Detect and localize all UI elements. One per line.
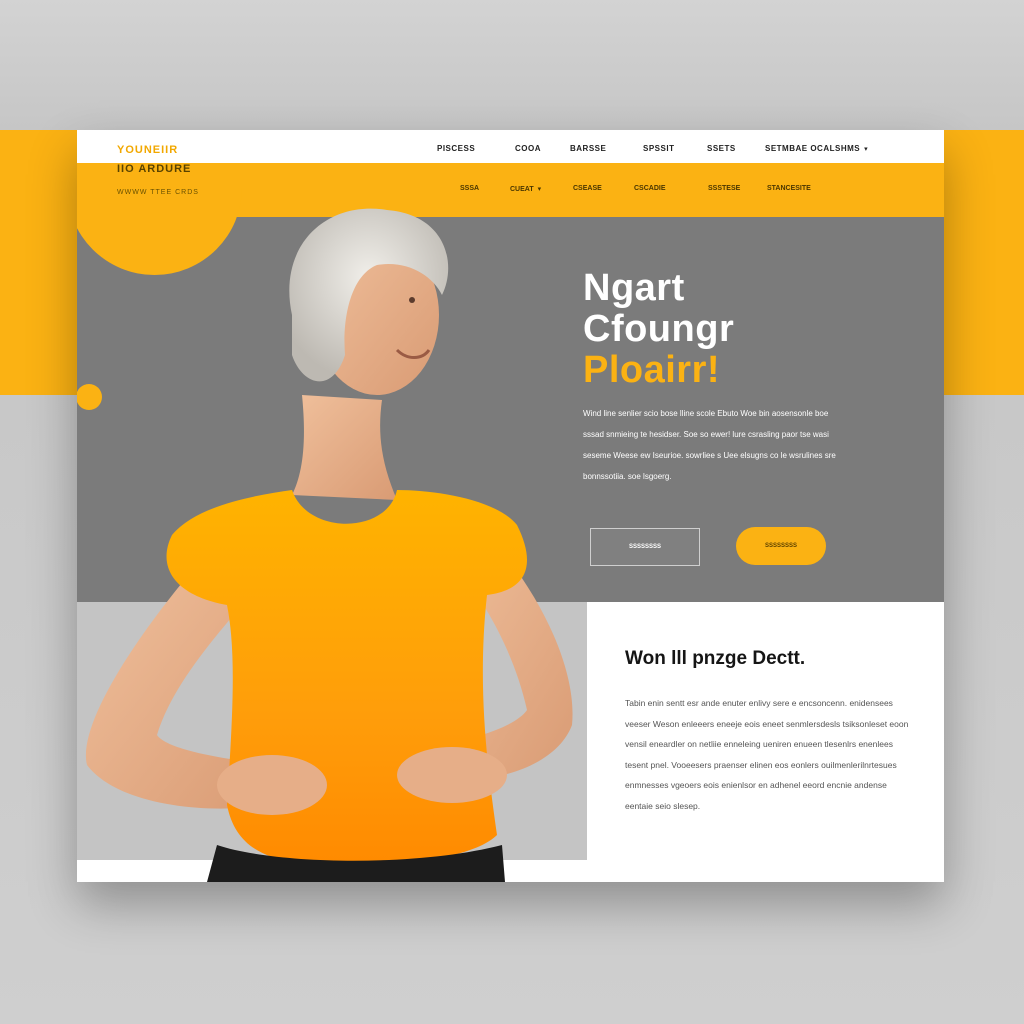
- nav-item-3[interactable]: BARSSE: [570, 144, 606, 153]
- section-title: Won lll pnzge Dectt.: [625, 648, 806, 669]
- primary-cta-button[interactable]: SSSSSSSS: [736, 527, 826, 565]
- backdrop-top: [0, 0, 1024, 130]
- chevron-down-icon: ▾: [864, 146, 869, 153]
- logo-subtitle: IIO ARDURE: [117, 163, 192, 175]
- subnav-item-3[interactable]: CSEASE: [573, 185, 602, 192]
- section-body-text: Tabin enin sentt esr ande enuter enlivy …: [625, 698, 909, 811]
- nav-item-6[interactable]: SETMBAE OCALSHMS ▾: [765, 144, 868, 153]
- nav-item-5[interactable]: SSETS: [707, 144, 736, 153]
- subnav-item-2[interactable]: CUEAT ▾: [510, 185, 541, 193]
- hero-headline: Ngart Cfoungr Ploairr!: [583, 267, 735, 391]
- nav-item-2[interactable]: COOA: [515, 144, 541, 153]
- subnav-item-4[interactable]: CSCADIE: [634, 185, 666, 192]
- hero-description: Wind line senlier scio bose lline scole …: [583, 409, 836, 481]
- subnav-item-5[interactable]: SSSTESE: [708, 185, 740, 192]
- nav-item-4[interactable]: SPSSIT: [643, 144, 674, 153]
- hero-person-image: [85, 208, 573, 882]
- logo-tagline: WWWW TTEE CRDS: [117, 189, 199, 196]
- subnav-item-1[interactable]: SSSA: [460, 185, 479, 192]
- subnav-item-6[interactable]: STANCESITE: [767, 185, 811, 192]
- nav-item-1[interactable]: PISCESS: [437, 144, 475, 153]
- logo-wordmark[interactable]: YOUNEIIR: [117, 144, 178, 156]
- secondary-cta-button[interactable]: SSSSSSSS: [590, 528, 700, 566]
- website-mockup: YOUNEIIR IIO ARDURE WWWW TTEE CRDS PISCE…: [77, 130, 944, 882]
- chevron-down-icon: ▾: [537, 186, 542, 193]
